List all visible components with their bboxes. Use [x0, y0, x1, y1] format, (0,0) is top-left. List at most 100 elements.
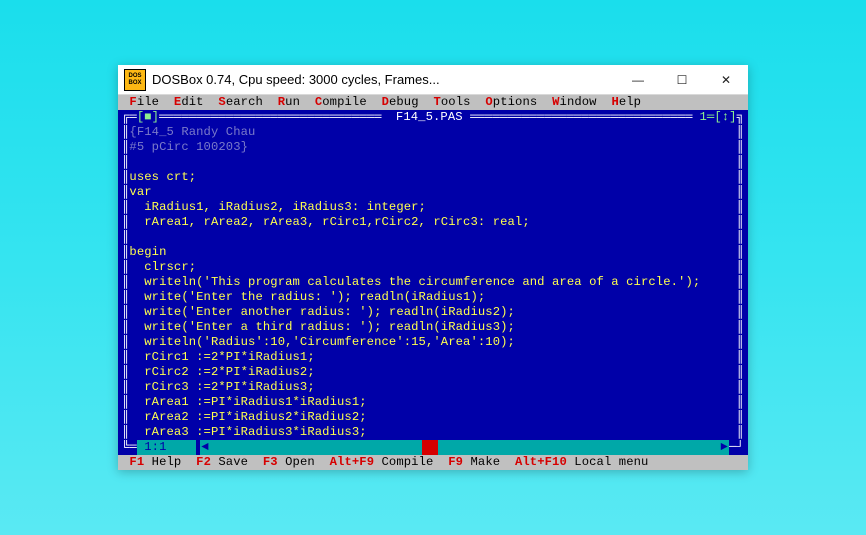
- code-text[interactable]: write('Enter the radius: '); readln(iRad…: [129, 290, 736, 305]
- code-line[interactable]: ║#5 pCirc 100203}║: [122, 140, 744, 155]
- code-text[interactable]: writeln('This program calculates the cir…: [129, 275, 736, 290]
- frame-bottom-right: ─┘: [729, 440, 744, 455]
- code-line[interactable]: ║ writeln('This program calculates the c…: [122, 275, 744, 290]
- code-line[interactable]: ║ writeln('Radius':10,'Circumference':15…: [122, 335, 744, 350]
- menu-un[interactable]: Run: [278, 95, 300, 109]
- frame-border: ║: [122, 425, 129, 440]
- minimize-button[interactable]: —: [616, 65, 660, 95]
- menu-ptions[interactable]: Options: [485, 95, 537, 109]
- code-line[interactable]: ║║: [122, 155, 744, 170]
- frame-border: ║: [122, 290, 129, 305]
- frame-line-right: ══════════════════════════════: [470, 110, 699, 125]
- code-line[interactable]: ║uses crt;║: [122, 170, 744, 185]
- fnkey-label: Help: [144, 455, 181, 469]
- code-text[interactable]: [129, 230, 736, 245]
- menu-ools[interactable]: Tools: [433, 95, 470, 109]
- menu-label: ptions: [493, 95, 537, 109]
- code-editor[interactable]: ║{F14_5 Randy Chau║║#5 pCirc 100203}║║║║…: [118, 125, 748, 440]
- code-line[interactable]: ║ rCirc3 :=2*PI*iRadius3;║: [122, 380, 744, 395]
- dosbox-window: DOS BOX DOSBox 0.74, Cpu speed: 3000 cyc…: [118, 65, 748, 470]
- code-line[interactable]: ║ rArea3 :=PI*iRadius3*iRadius3;║: [122, 425, 744, 440]
- menu-ompile[interactable]: Compile: [315, 95, 367, 109]
- fnkey-item[interactable]: F3 Open: [263, 455, 315, 469]
- code-text[interactable]: rArea2 :=PI*iRadius2*iRadius2;: [129, 410, 736, 425]
- menu-indow[interactable]: Window: [552, 95, 597, 109]
- code-line[interactable]: ║║: [122, 230, 744, 245]
- menu-hotkey: W: [552, 95, 559, 109]
- frame-border: ║: [737, 380, 744, 395]
- frame-border: ║: [122, 185, 129, 200]
- code-text[interactable]: rCirc1 :=2*PI*iRadius1;: [129, 350, 736, 365]
- frame-border: ║: [122, 305, 129, 320]
- code-text[interactable]: write('Enter a third radius: '); readln(…: [129, 320, 736, 335]
- menu-dit[interactable]: Edit: [174, 95, 204, 109]
- scroll-left-icon[interactable]: ◄: [200, 440, 210, 455]
- frame-border: ║: [737, 230, 744, 245]
- frame-border: ║: [737, 305, 744, 320]
- menu-ebug[interactable]: Debug: [382, 95, 419, 109]
- fnkey-item[interactable]: Alt+F10 Local menu: [515, 455, 648, 469]
- scroll-right-icon[interactable]: ►: [719, 440, 729, 455]
- code-text[interactable]: rArea3 :=PI*iRadius3*iRadius3;: [129, 425, 736, 440]
- editor-frame-top: ╔═[■]══════════════════════════════ F14_…: [118, 110, 748, 125]
- code-line[interactable]: ║ write('Enter the radius: '); readln(iR…: [122, 290, 744, 305]
- code-line[interactable]: ║ clrscr;║: [122, 260, 744, 275]
- window-number-gadget[interactable]: 1═[↕]: [700, 110, 737, 125]
- fnkey-item[interactable]: Alt+F9 Compile: [330, 455, 434, 469]
- code-text[interactable]: writeln('Radius':10,'Circumference':15,'…: [129, 335, 736, 350]
- menubar[interactable]: File Edit Search Run Compile Debug Tools…: [118, 95, 748, 110]
- menu-earch[interactable]: Search: [218, 95, 263, 109]
- frame-border: ║: [122, 230, 129, 245]
- frame-border: ║: [122, 335, 129, 350]
- code-line[interactable]: ║ rCirc2 :=2*PI*iRadius2;║: [122, 365, 744, 380]
- fnkey-item[interactable]: F9 Make: [448, 455, 500, 469]
- window-title: DOSBox 0.74, Cpu speed: 3000 cycles, Fra…: [152, 72, 616, 87]
- frame-border: ║: [737, 290, 744, 305]
- code-line[interactable]: ║ iRadius1, iRadius2, iRadius3: integer;…: [122, 200, 744, 215]
- code-line[interactable]: ║ write('Enter a third radius: '); readl…: [122, 320, 744, 335]
- menu-label: un: [285, 95, 300, 109]
- frame-border: ║: [122, 350, 129, 365]
- frame-border: ║: [737, 245, 744, 260]
- code-text[interactable]: var: [129, 185, 736, 200]
- icon-text-bottom: BOX: [128, 80, 141, 87]
- code-text[interactable]: rArea1 :=PI*iRadius1*iRadius1;: [129, 395, 736, 410]
- menu-elp[interactable]: Help: [611, 95, 641, 109]
- fnkey-label: Open: [278, 455, 315, 469]
- code-text[interactable]: uses crt;: [129, 170, 736, 185]
- window-close-gadget[interactable]: [■]: [137, 110, 159, 125]
- code-line[interactable]: ║ write('Enter another radius: '); readl…: [122, 305, 744, 320]
- menu-hotkey: D: [382, 95, 389, 109]
- fnkey-hot: F3: [263, 455, 278, 469]
- menu-ile[interactable]: File: [129, 95, 159, 109]
- scroll-thumb[interactable]: [422, 440, 438, 455]
- code-line[interactable]: ║var║: [122, 185, 744, 200]
- frame-border: ║: [737, 350, 744, 365]
- code-text[interactable]: write('Enter another radius: '); readln(…: [129, 305, 736, 320]
- code-text[interactable]: {F14_5 Randy Chau: [129, 125, 736, 140]
- code-text[interactable]: begin: [129, 245, 736, 260]
- code-text[interactable]: rArea1, rArea2, rArea3, rCirc1,rCirc2, r…: [129, 215, 736, 230]
- titlebar[interactable]: DOS BOX DOSBox 0.74, Cpu speed: 3000 cyc…: [118, 65, 748, 95]
- code-text[interactable]: [129, 155, 736, 170]
- code-text[interactable]: clrscr;: [129, 260, 736, 275]
- code-text[interactable]: #5 pCirc 100203}: [129, 140, 736, 155]
- code-text[interactable]: rCirc3 :=2*PI*iRadius3;: [129, 380, 736, 395]
- code-line[interactable]: ║begin║: [122, 245, 744, 260]
- code-line[interactable]: ║ rArea1, rArea2, rArea3, rCirc1,rCirc2,…: [122, 215, 744, 230]
- frame-bottom-left: ╚═: [122, 440, 137, 455]
- frame-border: ║: [122, 200, 129, 215]
- code-line[interactable]: ║{F14_5 Randy Chau║: [122, 125, 744, 140]
- frame-border: ║: [737, 155, 744, 170]
- menu-label: elp: [619, 95, 641, 109]
- horizontal-scrollbar[interactable]: ◄ ►: [200, 440, 729, 455]
- editor-status-line: ╚═ 1:1 ◄ ► ─┘: [118, 440, 748, 455]
- code-line[interactable]: ║ rArea1 :=PI*iRadius1*iRadius1;║: [122, 395, 744, 410]
- code-text[interactable]: rCirc2 :=2*PI*iRadius2;: [129, 365, 736, 380]
- fnkey-item[interactable]: F1 Help: [129, 455, 181, 469]
- close-button[interactable]: ✕: [704, 65, 748, 95]
- maximize-button[interactable]: ☐: [660, 65, 704, 95]
- code-line[interactable]: ║ rArea2 :=PI*iRadius2*iRadius2;║: [122, 410, 744, 425]
- code-text[interactable]: iRadius1, iRadius2, iRadius3: integer;: [129, 200, 736, 215]
- code-line[interactable]: ║ rCirc1 :=2*PI*iRadius1;║: [122, 350, 744, 365]
